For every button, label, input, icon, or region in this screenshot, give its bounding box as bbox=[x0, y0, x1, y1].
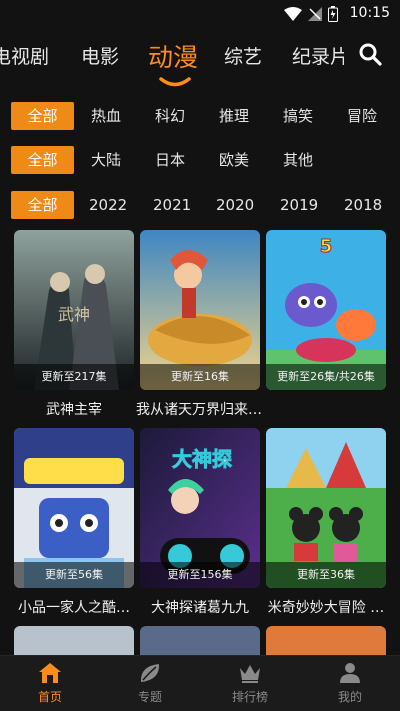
region-chip-other[interactable]: 其他 bbox=[283, 146, 313, 174]
svg-text:武神: 武神 bbox=[58, 305, 90, 324]
poster-image[interactable]: 5 更新至26集/共26集 bbox=[266, 230, 386, 390]
year-chip-2021[interactable]: 2021 bbox=[153, 191, 191, 219]
home-icon bbox=[39, 663, 61, 683]
nav-home[interactable]: 首页 bbox=[0, 662, 100, 705]
tab-variety[interactable]: 综艺 bbox=[224, 42, 262, 69]
genre-filter: 全部 热血 科幻 推理 搞笑 冒险 bbox=[0, 102, 400, 132]
tab-movies[interactable]: 电影 bbox=[81, 42, 119, 69]
region-chip-japan[interactable]: 日本 bbox=[155, 146, 185, 174]
genre-chip-comedy[interactable]: 搞笑 bbox=[283, 102, 313, 130]
nav-profile[interactable]: 我的 bbox=[300, 662, 400, 705]
episode-badge: 更新至36集 bbox=[266, 562, 386, 588]
anime-card[interactable]: 5 更新至26集/共26集 bbox=[266, 230, 386, 399]
active-tab-indicator bbox=[159, 77, 191, 87]
leaf-icon bbox=[140, 664, 160, 682]
status-time: 10:15 bbox=[349, 5, 390, 21]
poster-image[interactable]: 更新至36集 bbox=[266, 428, 386, 588]
anime-card[interactable]: 大神探 更新至156集 大神探诸葛九九 bbox=[140, 428, 260, 617]
year-chip-all[interactable]: 全部 bbox=[11, 191, 74, 219]
year-chip-2019[interactable]: 2019 bbox=[280, 191, 318, 219]
tab-tv-series[interactable]: 电视剧 bbox=[0, 42, 49, 69]
anime-card[interactable]: 武神 更新至217集 武神主宰 bbox=[14, 230, 134, 419]
genre-chip-all[interactable]: 全部 bbox=[11, 102, 74, 130]
nav-profile-label: 我的 bbox=[337, 690, 362, 704]
year-filter: 全部 2022 2021 2020 2019 2018 bbox=[0, 191, 400, 221]
year-chip-2020[interactable]: 2020 bbox=[216, 191, 254, 219]
year-chip-2018[interactable]: 2018 bbox=[344, 191, 382, 219]
nav-ranking[interactable]: 排行榜 bbox=[200, 662, 300, 705]
anime-card[interactable]: 更新至56集 小品一家人之酷… bbox=[14, 428, 134, 617]
bottom-navigation: 首页 专题 排行榜 我的 bbox=[0, 655, 400, 711]
region-chip-all[interactable]: 全部 bbox=[11, 146, 74, 174]
anime-title[interactable]: 我从诸天万界归来猪猪侠之恐龙日… bbox=[136, 399, 264, 419]
episode-badge: 更新至156集 bbox=[140, 562, 260, 588]
nav-topics[interactable]: 专题 bbox=[100, 662, 200, 705]
anime-card[interactable]: 更新至36集 米奇妙妙大冒险 … bbox=[266, 428, 386, 617]
episode-badge: 更新至217集 bbox=[14, 364, 134, 390]
poster-image[interactable]: 更新至56集 bbox=[14, 428, 134, 588]
anime-title[interactable]: 米奇妙妙大冒险 … bbox=[262, 597, 390, 617]
episode-badge: 更新至16集 bbox=[140, 364, 260, 390]
nav-ranking-label: 排行榜 bbox=[231, 690, 268, 704]
episode-badge: 更新至26集/共26集 bbox=[266, 364, 386, 390]
nav-home-label: 首页 bbox=[37, 690, 62, 704]
tab-documentary[interactable]: 纪录片 bbox=[292, 42, 344, 69]
episode-badge: 更新至56集 bbox=[14, 562, 134, 588]
genre-chip-mystery[interactable]: 推理 bbox=[219, 102, 249, 130]
poster-image[interactable]: 武神 更新至217集 bbox=[14, 230, 134, 390]
nav-topics-label: 专题 bbox=[137, 690, 162, 704]
status-icons bbox=[284, 6, 338, 22]
tab-anime[interactable]: 动漫 bbox=[148, 38, 198, 74]
status-bar: 10:15 bbox=[0, 0, 400, 28]
region-filter: 全部 大陆 日本 欧美 其他 bbox=[0, 146, 400, 176]
genre-chip-scifi[interactable]: 科幻 bbox=[155, 102, 185, 130]
region-chip-western[interactable]: 欧美 bbox=[219, 146, 249, 174]
genre-chip-adventure[interactable]: 冒险 bbox=[347, 102, 377, 130]
svg-text:5: 5 bbox=[320, 236, 333, 257]
poster-image[interactable]: 更新至16集 bbox=[140, 230, 260, 390]
category-tabs: 电视剧 电影 动漫 综艺 纪录片 bbox=[0, 30, 400, 90]
anime-card[interactable]: 更新至16集 我从诸天万界归来猪猪侠之恐龙日… bbox=[136, 230, 264, 419]
anime-title[interactable]: 小品一家人之酷… bbox=[10, 597, 138, 617]
anime-title[interactable]: 大神探诸葛九九 bbox=[136, 597, 264, 617]
wifi-icon bbox=[284, 7, 302, 21]
year-chip-2022[interactable]: 2022 bbox=[89, 191, 127, 219]
no-signal-icon bbox=[308, 7, 322, 21]
search-icon[interactable] bbox=[358, 42, 382, 66]
genre-chip-hot-blood[interactable]: 热血 bbox=[91, 102, 121, 130]
region-chip-mainland[interactable]: 大陆 bbox=[91, 146, 121, 174]
anime-title[interactable]: 武神主宰 bbox=[10, 399, 138, 419]
poster-image[interactable]: 大神探 更新至156集 bbox=[140, 428, 260, 588]
battery-icon bbox=[328, 6, 338, 22]
crown-icon bbox=[240, 665, 260, 683]
svg-text:大神探: 大神探 bbox=[172, 447, 232, 471]
user-icon bbox=[340, 663, 360, 683]
